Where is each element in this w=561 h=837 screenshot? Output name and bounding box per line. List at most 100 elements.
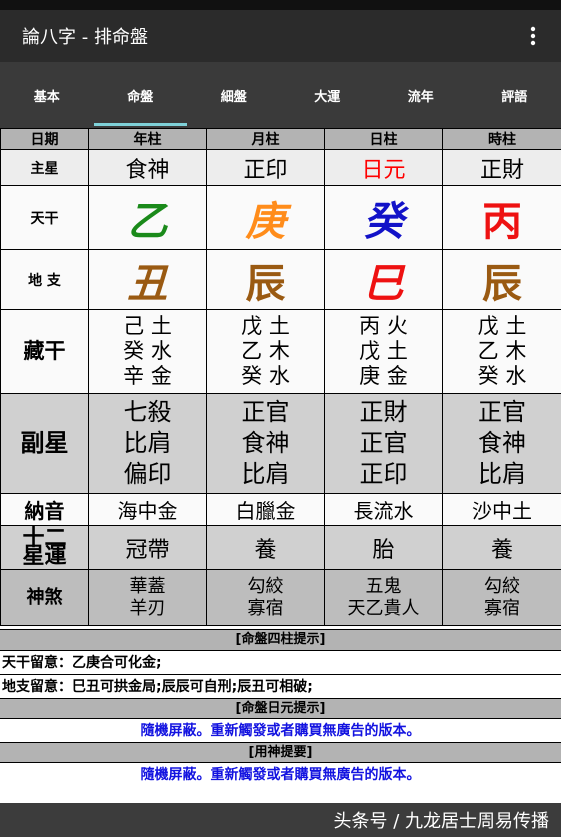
nayin-row: 納音 海中金 白臘金 長流水 沙中土 — [0, 493, 561, 526]
day-master-hint-body[interactable]: 隨機屏蔽。重新觸發或者購買無廣告的版本。 — [0, 718, 561, 742]
secondary-star: 比肩 — [241, 460, 290, 488]
stage-cell: 養 — [442, 525, 561, 570]
nayin-cell: 沙中土 — [442, 493, 561, 526]
bottom-bar: 头条号 / 九龙居士周易传播 — [0, 803, 561, 837]
secondary-star: 比肩 — [478, 460, 526, 488]
spirit-item: 羊刃 — [129, 597, 166, 619]
tab-detail[interactable]: 細盤 — [187, 62, 281, 128]
hidden-stem: 丙 火 — [359, 314, 408, 338]
spirit-cell: 華蓋 羊刃 — [88, 569, 207, 626]
useful-god-body[interactable]: 隨機屏蔽。重新觸發或者購買無廣告的版本。 — [0, 762, 561, 786]
heavenly-stem-note: 天干留意：乙庚合可化金; — [0, 650, 561, 674]
secondary-star: 比肩 — [123, 429, 172, 457]
hidden-stem: 戊 土 — [241, 314, 290, 338]
header-date: 日期 — [0, 128, 89, 150]
spirit-item: 勾絞 — [484, 575, 520, 597]
row-label: 地 支 — [0, 249, 89, 310]
spirit-cell: 五鬼 天乙貴人 — [324, 569, 443, 626]
more-vert-icon — [530, 26, 536, 46]
spirit-item: 寡宿 — [484, 597, 520, 619]
hidden-stem: 戊 土 — [477, 314, 527, 338]
four-pillars-hint-title: [命盤四柱提示] — [0, 630, 561, 650]
secondary-star: 食神 — [478, 429, 526, 457]
branch-cell: 辰 — [206, 249, 325, 310]
secondary-star-cell: 七殺 比肩 偏印 — [88, 393, 207, 494]
watermark-text: 头条号 / 九龙居士周易传播 — [333, 811, 549, 832]
hidden-stem: 己 土 — [123, 314, 172, 338]
stem-cell: 庚 — [206, 185, 325, 250]
stem-cell: 癸 — [324, 185, 443, 250]
hidden-stems-cell: 丙 火 戊 土 庚 金 — [324, 309, 443, 394]
hidden-stem: 戊 土 — [359, 339, 408, 363]
hidden-stems-cell: 戊 土 乙 木 癸 水 — [442, 309, 561, 394]
stage-cell: 養 — [206, 525, 325, 570]
hidden-stem: 癸 水 — [477, 364, 527, 388]
hidden-stem: 乙 木 — [241, 339, 290, 363]
main-star-cell: 食神 — [88, 149, 207, 186]
twelve-stages-row: 十二 星運 冠帶 養 胎 養 — [0, 525, 561, 570]
spirit-item: 五鬼 — [365, 575, 402, 597]
header-hour-pillar: 時柱 — [442, 128, 561, 150]
stage-cell: 冠帶 — [88, 525, 207, 570]
main-star-row: 主星 食神 正印 日元 正財 — [0, 149, 561, 186]
earthly-branch-row: 地 支 丑 辰 巳 辰 — [0, 249, 561, 310]
tab-basic[interactable]: 基本 — [0, 62, 94, 128]
row-label: 藏干 — [0, 309, 89, 394]
status-bar — [0, 0, 561, 10]
stage-cell: 胎 — [324, 525, 443, 570]
row-label: 十二 星運 — [0, 525, 89, 570]
hidden-stems-cell: 己 土 癸 水 辛 金 — [88, 309, 207, 394]
useful-god-title: [用神提要] — [0, 742, 561, 762]
tab-chart[interactable]: 命盤 — [93, 62, 188, 128]
secondary-star: 正印 — [359, 460, 408, 488]
tab-annual[interactable]: 流年 — [374, 62, 468, 128]
branch-cell: 巳 — [324, 249, 443, 310]
secondary-star: 正官 — [359, 429, 408, 457]
app-title: 論八字 - 排命盤 — [22, 27, 148, 48]
row-label-bottom: 星運 — [22, 543, 67, 569]
secondary-star-row: 副星 七殺 比肩 偏印 正官 食神 比肩 正財 正官 正印 正官 食神 比肩 — [0, 393, 561, 494]
header-day-pillar: 日柱 — [324, 128, 443, 150]
secondary-star: 食神 — [241, 429, 290, 457]
header-year-pillar: 年柱 — [88, 128, 207, 150]
spirit-item: 華蓋 — [129, 575, 166, 597]
row-label: 神煞 — [0, 569, 89, 626]
tab-bar: 基本 命盤 細盤 大運 流年 評語 — [0, 62, 561, 128]
nayin-cell: 長流水 — [324, 493, 443, 526]
notes-section: [命盤四柱提示] 天干留意：乙庚合可化金; 地支留意：巳丑可拱金局;辰辰可自刑;… — [0, 629, 561, 786]
secondary-star-cell: 正財 正官 正印 — [324, 393, 443, 494]
overflow-menu-button[interactable] — [513, 16, 553, 56]
hidden-stem: 乙 木 — [477, 339, 527, 363]
main-star-cell: 日元 — [324, 149, 443, 186]
spirit-item: 天乙貴人 — [347, 597, 420, 619]
header-month-pillar: 月柱 — [206, 128, 325, 150]
bazi-chart-table: 日期 年柱 月柱 日柱 時柱 主星 食神 正印 日元 正財 天干 乙 庚 癸 丙… — [0, 128, 561, 626]
spirit-cell: 勾絞 寡宿 — [442, 569, 561, 626]
earthly-branch-note: 地支留意：巳丑可拱金局;辰辰可自刑;辰丑可相破; — [0, 674, 561, 698]
tab-comments[interactable]: 評語 — [468, 62, 561, 128]
hidden-stem: 癸 水 — [123, 339, 172, 363]
secondary-star: 正官 — [478, 398, 526, 426]
day-master-hint-title: [命盤日元提示] — [0, 698, 561, 718]
spirit-cell: 勾絞 寡宿 — [206, 569, 325, 626]
row-label: 天干 — [0, 185, 89, 250]
secondary-star: 正官 — [241, 398, 290, 426]
row-label: 副星 — [0, 393, 89, 494]
spirit-row: 神煞 華蓋 羊刃 勾絞 寡宿 五鬼 天乙貴人 勾絞 寡宿 — [0, 569, 561, 626]
spirit-item: 寡宿 — [247, 597, 284, 619]
header-row: 日期 年柱 月柱 日柱 時柱 — [0, 128, 561, 150]
branch-cell: 丑 — [88, 249, 207, 310]
stem-cell: 丙 — [442, 185, 561, 250]
main-star-cell: 正財 — [442, 149, 561, 186]
nayin-cell: 海中金 — [88, 493, 207, 526]
spirit-item: 勾絞 — [247, 575, 284, 597]
hidden-stems-cell: 戊 土 乙 木 癸 水 — [206, 309, 325, 394]
secondary-star: 七殺 — [123, 398, 172, 426]
tab-major-luck[interactable]: 大運 — [281, 62, 375, 128]
hidden-stem: 辛 金 — [123, 364, 172, 388]
stem-cell: 乙 — [88, 185, 207, 250]
app-bar: 論八字 - 排命盤 — [0, 10, 561, 62]
heavenly-stem-row: 天干 乙 庚 癸 丙 — [0, 185, 561, 250]
secondary-star: 正財 — [359, 398, 408, 426]
row-label: 主星 — [0, 149, 89, 186]
